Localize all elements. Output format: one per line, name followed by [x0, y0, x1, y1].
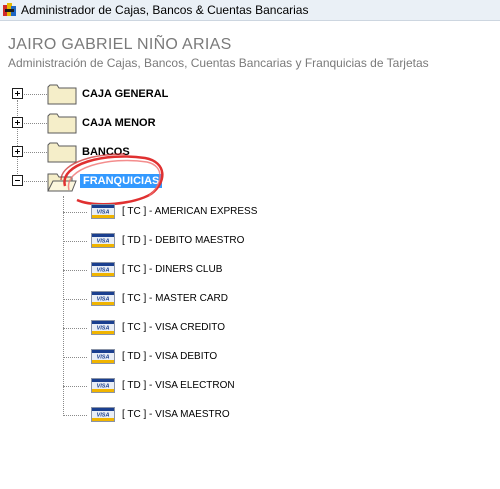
- franquicia-item[interactable]: [ TD ] - DEBITO MAESTRO: [122, 235, 244, 246]
- tree-connector: [22, 123, 47, 124]
- franquicia-item[interactable]: [ TD ] - VISA ELECTRON: [122, 380, 235, 391]
- tree-connector: [63, 270, 87, 271]
- franquicia-item[interactable]: [ TD ] - VISA DEBITO: [122, 351, 217, 362]
- svg-text:VISA: VISA: [97, 239, 110, 245]
- franquicia-item[interactable]: [ TC ] - VISA MAESTRO: [122, 409, 230, 420]
- tree-connector: [63, 357, 87, 358]
- franquicia-item[interactable]: [ TC ] - VISA CREDITO: [122, 322, 225, 333]
- tree-connector: [63, 196, 64, 416]
- visa-card-icon: VISA: [91, 262, 115, 277]
- svg-text:VISA: VISA: [97, 413, 110, 419]
- visa-card-icon: VISA: [91, 407, 115, 422]
- franquicia-item[interactable]: [ TC ] - AMERICAN EXPRESS: [122, 206, 257, 217]
- expand-icon[interactable]: [12, 88, 23, 99]
- svg-text:VISA: VISA: [97, 210, 110, 216]
- tree-view: CAJA GENERAL CAJA MENOR BANCOS FRANQUICI…: [0, 0, 500, 489]
- folder-icon: [47, 84, 77, 105]
- visa-card-icon: VISA: [91, 378, 115, 393]
- svg-text:VISA: VISA: [97, 297, 110, 303]
- tree-connector: [63, 241, 87, 242]
- tree-node-caja-menor[interactable]: CAJA MENOR: [82, 117, 156, 129]
- folder-icon: [47, 113, 77, 134]
- tree-connector: [63, 299, 87, 300]
- svg-text:VISA: VISA: [97, 268, 110, 274]
- tree-connector: [63, 415, 87, 416]
- expand-icon[interactable]: [12, 146, 23, 157]
- visa-card-icon: VISA: [91, 320, 115, 335]
- tree-connector: [17, 100, 18, 182]
- tree-connector: [22, 152, 47, 153]
- franquicia-item[interactable]: [ TC ] - DINERS CLUB: [122, 264, 222, 275]
- tree-connector: [22, 181, 47, 182]
- visa-card-icon: VISA: [91, 204, 115, 219]
- franquicia-item[interactable]: [ TC ] - MASTER CARD: [122, 293, 228, 304]
- svg-text:VISA: VISA: [97, 384, 110, 390]
- tree-connector: [63, 328, 87, 329]
- tree-node-caja-general[interactable]: CAJA GENERAL: [82, 88, 168, 100]
- expand-icon[interactable]: [12, 117, 23, 128]
- visa-card-icon: VISA: [91, 233, 115, 248]
- visa-card-icon: VISA: [91, 349, 115, 364]
- tree-connector: [63, 386, 87, 387]
- visa-card-icon: VISA: [91, 291, 115, 306]
- tree-connector: [22, 94, 47, 95]
- svg-text:VISA: VISA: [97, 355, 110, 361]
- svg-text:VISA: VISA: [97, 326, 110, 332]
- collapse-icon[interactable]: [12, 175, 23, 186]
